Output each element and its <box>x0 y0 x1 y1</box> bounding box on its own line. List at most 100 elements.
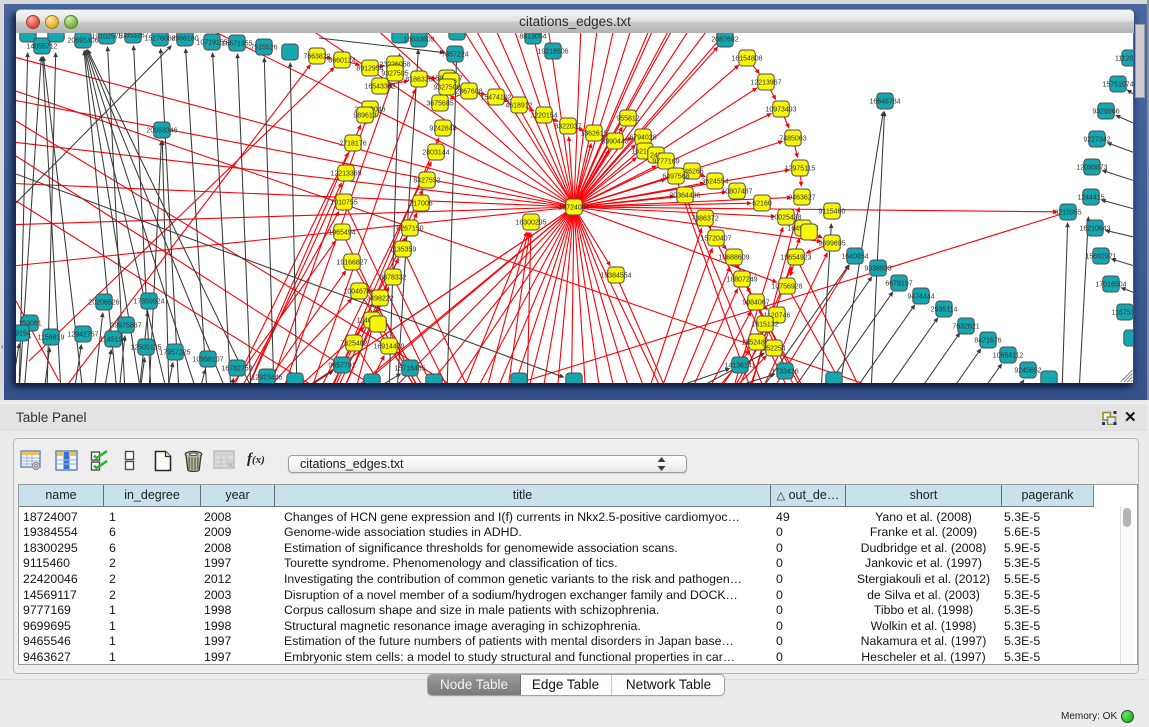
svg-text:9777169: 9777169 <box>652 158 679 165</box>
svg-text:9338923: 9338923 <box>864 265 891 272</box>
svg-text:6794028: 6794028 <box>629 134 656 141</box>
svg-text:10807487: 10807487 <box>721 188 752 195</box>
svg-text:39975867: 39975867 <box>110 322 141 329</box>
svg-text:4618912: 4618912 <box>505 102 532 109</box>
svg-text:1135359: 1135359 <box>390 246 417 253</box>
svg-text:8990448: 8990448 <box>601 138 628 145</box>
svg-text:9463627: 9463627 <box>788 194 815 201</box>
svg-text:9699695: 9699695 <box>818 240 845 247</box>
svg-text:7663822: 7663822 <box>303 53 330 60</box>
svg-text:19218506: 19218506 <box>537 48 568 55</box>
svg-text:15692971: 15692971 <box>1085 253 1116 260</box>
svg-text:19384554: 19384554 <box>600 272 631 279</box>
svg-text:8878332: 8878332 <box>379 274 406 281</box>
svg-text:12505135: 12505135 <box>130 344 161 351</box>
svg-text:16543362: 16543362 <box>364 83 395 90</box>
svg-text:7485063: 7485063 <box>779 135 806 142</box>
svg-text:8322037: 8322037 <box>554 123 581 130</box>
svg-text:8267150: 8267150 <box>396 225 423 232</box>
svg-text:17359924: 17359924 <box>133 298 164 305</box>
svg-text:2718176: 2718176 <box>339 140 366 147</box>
svg-text:7386372: 7386372 <box>691 215 718 222</box>
svg-text:8471676: 8471676 <box>974 337 1001 344</box>
svg-text:39154: 39154 <box>16 330 31 337</box>
svg-text:217006: 217006 <box>409 200 432 207</box>
svg-text:9657791: 9657791 <box>328 362 355 369</box>
svg-text:9474444: 9474444 <box>907 293 934 300</box>
svg-text:2935114: 2935114 <box>931 306 958 313</box>
svg-text:15474102: 15474102 <box>480 94 511 101</box>
svg-text:7632621: 7632621 <box>952 323 979 330</box>
svg-text:10958107: 10958107 <box>192 356 223 363</box>
svg-text:9329966: 9329966 <box>1092 108 1119 115</box>
svg-text:1244415: 1244415 <box>1077 194 1104 201</box>
svg-text:10688609: 10688609 <box>718 254 749 261</box>
svg-text:7357224: 7357224 <box>441 51 468 58</box>
svg-text:9245652: 9245652 <box>1014 367 1041 374</box>
svg-text:16033809: 16033809 <box>403 36 434 43</box>
svg-text:9242848: 9242848 <box>429 125 456 132</box>
svg-text:6966160: 6966160 <box>171 35 198 42</box>
svg-text:8186328: 8186328 <box>405 76 432 83</box>
svg-text:19166827: 19166827 <box>336 259 367 266</box>
svg-text:955812: 955812 <box>616 115 639 122</box>
svg-text:14136141: 14136141 <box>724 362 755 369</box>
svg-text:12093873: 12093873 <box>1076 164 1107 171</box>
svg-text:16210643: 16210643 <box>1079 225 1110 232</box>
svg-text:14055712: 14055712 <box>26 43 57 50</box>
svg-text:18807249: 18807249 <box>726 276 757 283</box>
svg-text:10046736: 10046736 <box>343 288 374 295</box>
svg-text:1010755: 1010755 <box>330 199 357 206</box>
svg-text:16671355: 16671355 <box>221 40 252 47</box>
svg-text:12923446: 12923446 <box>251 374 282 381</box>
svg-text:2087682: 2087682 <box>711 36 738 43</box>
svg-text:12942757: 12942757 <box>67 331 98 338</box>
svg-text:18724007: 18724007 <box>558 204 589 211</box>
svg-text:17957225: 17957225 <box>159 349 190 356</box>
svg-text:6497568: 6497568 <box>662 173 689 180</box>
svg-text:10973493: 10973493 <box>765 106 796 113</box>
svg-text:10654112: 10654112 <box>993 352 1024 359</box>
svg-text:252254: 252254 <box>762 345 785 352</box>
svg-text:20053346: 20053346 <box>146 127 177 134</box>
svg-text:2867608: 2867608 <box>455 88 482 95</box>
svg-text:3220154: 3220154 <box>530 112 557 119</box>
svg-text:19654923: 19654923 <box>780 254 811 261</box>
svg-text:8813054: 8813054 <box>519 33 546 40</box>
svg-text:7625402: 7625402 <box>340 340 367 347</box>
svg-text:18300295: 18300295 <box>515 219 546 226</box>
svg-text:1167531: 1167531 <box>1112 309 1133 316</box>
svg-text:16648784: 16648784 <box>869 98 900 105</box>
svg-text:11120747: 11120747 <box>1115 55 1133 62</box>
svg-text:15720407: 15720407 <box>700 235 731 242</box>
svg-text:1145194: 1145194 <box>100 336 127 343</box>
svg-text:989613: 989613 <box>353 112 376 119</box>
svg-text:9084067: 9084067 <box>742 299 769 306</box>
svg-text:1362615: 1362615 <box>580 130 607 137</box>
svg-text:6679197: 6679197 <box>885 280 912 287</box>
svg-text:16914479: 16914479 <box>373 343 404 350</box>
svg-text:1640954: 1640954 <box>841 253 868 260</box>
svg-text:1615132: 1615132 <box>751 321 778 328</box>
svg-text:16154808: 16154808 <box>731 55 762 62</box>
svg-text:1965494: 1965494 <box>328 229 355 236</box>
svg-text:62160: 62160 <box>752 200 772 207</box>
svg-text:20364436: 20364436 <box>669 192 700 199</box>
svg-text:1733426: 1733426 <box>771 368 798 375</box>
svg-text:3675685: 3675685 <box>426 100 453 107</box>
svg-text:12213369: 12213369 <box>330 170 361 177</box>
svg-text:8215955: 8215955 <box>1054 209 1081 216</box>
svg-text:17016504: 17016504 <box>1095 281 1126 288</box>
svg-text:8427552: 8427552 <box>413 177 440 184</box>
svg-text:15716485: 15716485 <box>394 365 425 372</box>
svg-text:20206526: 20206526 <box>88 299 119 306</box>
svg-text:3498222: 3498222 <box>366 295 393 302</box>
svg-text:15751074: 15751074 <box>1102 81 1133 88</box>
svg-text:3624554: 3624554 <box>701 178 728 185</box>
svg-text:10756928: 10756928 <box>771 283 802 290</box>
svg-text:8660124: 8660124 <box>328 57 355 64</box>
svg-text:9227342: 9227342 <box>1083 136 1110 143</box>
svg-text:16782759: 16782759 <box>221 365 252 372</box>
svg-text:12975115: 12975115 <box>785 165 816 172</box>
svg-text:1156819: 1156819 <box>38 334 65 341</box>
